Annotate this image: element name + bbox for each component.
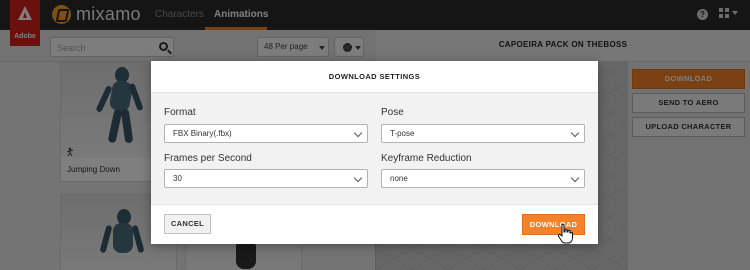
format-value: FBX Binary(.fbx) [173, 129, 232, 138]
format-select[interactable]: FBX Binary(.fbx) [164, 124, 368, 143]
fps-label: Frames per Second [164, 153, 252, 164]
pose-select[interactable]: T-pose [381, 124, 585, 143]
pose-label: Pose [381, 107, 404, 118]
download-button[interactable]: DOWNLOAD [522, 214, 585, 235]
pose-value: T-pose [390, 129, 415, 138]
chevron-down-icon [353, 173, 363, 183]
download-settings-dialog: DOWNLOAD SETTINGS Format FBX Binary(.fbx… [151, 61, 598, 244]
chevron-down-icon [570, 173, 580, 183]
keyframe-label: Keyframe Reduction [381, 153, 472, 164]
dialog-title: DOWNLOAD SETTINGS [151, 61, 598, 93]
chevron-down-icon [353, 128, 363, 138]
hand-cursor-icon [557, 224, 573, 244]
cancel-button[interactable]: CANCEL [164, 214, 211, 234]
fps-select[interactable]: 30 [164, 169, 368, 188]
fps-value: 30 [173, 174, 182, 183]
keyframe-value: none [390, 174, 408, 183]
chevron-down-icon [570, 128, 580, 138]
keyframe-select[interactable]: none [381, 169, 585, 188]
dialog-body: Format FBX Binary(.fbx) Pose T-pose Fram… [151, 93, 598, 205]
format-label: Format [164, 107, 196, 118]
